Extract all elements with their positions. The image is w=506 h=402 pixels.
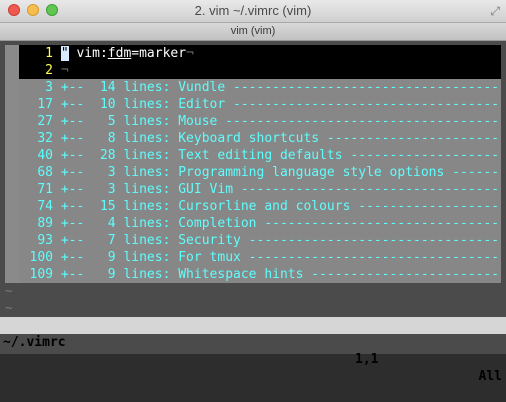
line-number: 68 [37,165,53,180]
fold-text: +-- 7 lines: Security ------------------… [60,233,501,248]
line-number: 32 [37,131,53,146]
title-bar: 2. vim ~/.vimrc (vim) ⤢ [0,0,506,23]
sign-column [5,198,19,215]
sign-column [5,130,19,147]
line-number: 93 [37,233,53,248]
modeline-value: =marker [131,46,187,61]
fold-text: +-- 9 lines: Whitespace hints ----------… [60,267,501,282]
fold-text: +-- 28 lines: Text editing defaults ----… [60,148,501,163]
line-number: 71 [37,182,53,197]
sign-column [5,164,19,181]
fold-line[interactable]: 40 +-- 28 lines: Text editing defaults -… [5,147,501,164]
fold-line[interactable]: 100 +-- 9 lines: For tmux --------------… [5,249,501,266]
line-number: 1 [45,46,53,61]
text-cursor: " [60,46,69,61]
fold-line[interactable]: 27 +-- 5 lines: Mouse ------------------… [5,113,501,130]
window-title: 2. vim ~/.vimrc (vim) [194,3,312,18]
sign-column [5,249,19,266]
sign-column [5,215,19,232]
fold-line[interactable]: 17 +-- 10 lines: Editor ----------------… [5,96,501,113]
fold-line[interactable]: 109 +-- 9 lines: Whitespace hints ------… [5,266,501,283]
buffer-line-2[interactable]: 2 ¬ [5,62,501,79]
line-number: 89 [37,216,53,231]
line-number: 17 [37,97,53,112]
terminal-area[interactable]: 1 " vim:fdm=marker¬ 2 ¬ 3 +-- 14 lines: … [0,41,506,384]
modeline-option: fdm [107,46,132,61]
fold-line[interactable]: 71 +-- 3 lines: GUI Vim ----------------… [5,181,501,198]
fold-text: +-- 9 lines: For tmux ------------------… [60,250,501,265]
line-number: 109 [29,267,53,282]
fold-line[interactable]: 93 +-- 7 lines: Security ---------------… [5,232,501,249]
tab-vim[interactable]: vim (vim) [0,23,506,40]
buffer-line-1[interactable]: 1 " vim:fdm=marker¬ [5,45,501,62]
sign-column [5,45,19,62]
tab-bar: vim (vim) [0,23,506,41]
fold-text: +-- 5 lines: Mouse ---------------------… [60,114,501,129]
fold-text: +-- 10 lines: Editor -------------------… [60,97,501,112]
end-of-line-marker: ¬ [186,46,194,61]
end-of-line-marker: ¬ [60,63,69,78]
fold-line[interactable]: 74 +-- 15 lines: Cursorline and colours … [5,198,501,215]
status-line: ~/.vimrc 1,1 All [0,317,506,384]
sign-column [5,147,19,164]
fold-text: +-- 3 lines: GUI Vim -------------------… [60,182,501,197]
status-filename: ~/.vimrc [3,335,66,350]
empty-line-marker: ~ [5,301,13,316]
fold-text: +-- 8 lines: Keyboard shortcuts --------… [60,131,501,146]
fold-text: +-- 14 lines: Vundle -------------------… [60,80,501,95]
line-number: 3 [45,80,53,95]
sign-column [5,232,19,249]
line-number: 40 [37,148,53,163]
sign-column [5,62,19,79]
fold-line[interactable]: 89 +-- 4 lines: Completion -------------… [5,215,501,232]
line-number: 100 [29,250,53,265]
status-scroll-percent: All [478,369,502,384]
sign-column [5,113,19,130]
fold-text: +-- 4 lines: Completion ----------------… [60,216,501,231]
fold-line[interactable]: 32 +-- 8 lines: Keyboard shortcuts -----… [5,130,501,147]
fold-text: +-- 15 lines: Cursorline and colours ---… [60,199,501,214]
sign-column [5,266,19,283]
fullscreen-arrows-icon[interactable]: ⤢ [490,4,500,19]
modeline-prefix: vim: [68,46,108,61]
sign-column [5,96,19,113]
fold-text: +-- 3 lines: Programming language style … [60,165,501,180]
sign-column [5,181,19,198]
empty-line-marker: ~ [5,284,13,299]
sign-column [5,79,19,96]
fold-line[interactable]: 68 +-- 3 lines: Programming language sty… [5,164,501,181]
line-number: 27 [37,114,53,129]
line-number: 74 [37,199,53,214]
line-number: 2 [45,63,53,78]
fold-line[interactable]: 3 +-- 14 lines: Vundle -----------------… [5,79,501,96]
